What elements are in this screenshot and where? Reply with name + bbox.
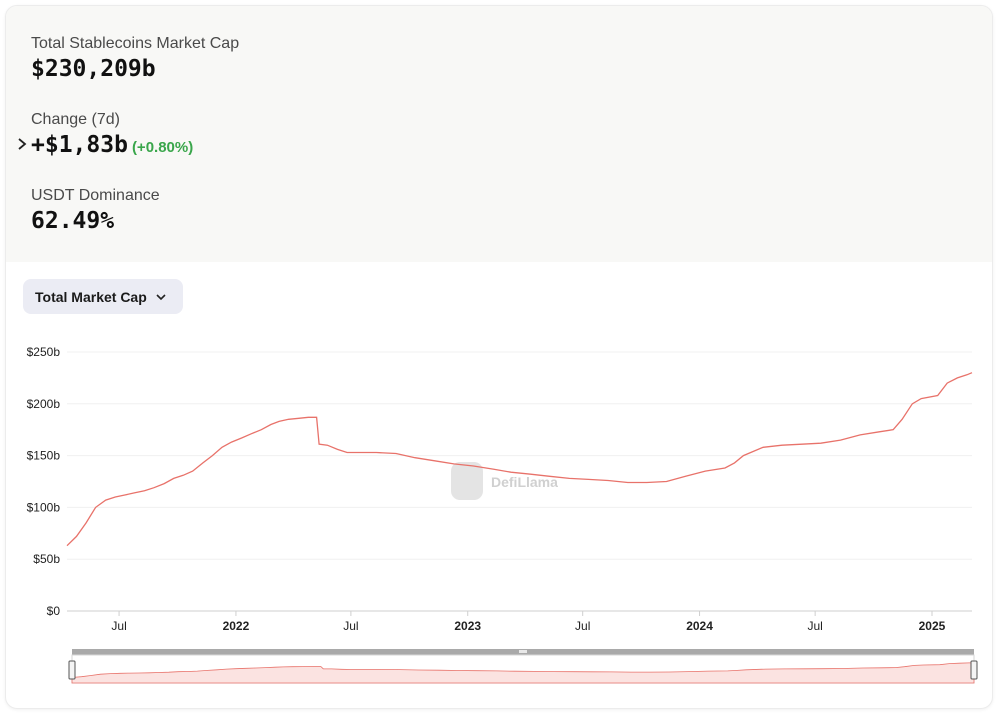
market-cap-chart: $250b $200b $150b $100b $50b $0 Jul 2022 Jul 202…: [27, 345, 978, 684]
y-axis: $250b $200b $150b $100b $50b $0: [27, 345, 61, 618]
navigator-left-handle[interactable]: [68, 660, 76, 680]
x-tick-label: 2024: [686, 619, 713, 633]
x-tick-label: 2023: [454, 619, 481, 633]
y-tick-label: $50b: [33, 552, 60, 566]
y-tick-label: $200b: [27, 397, 61, 411]
y-tick-label: $100b: [27, 500, 61, 514]
y-tick-label: $0: [47, 604, 61, 618]
x-tick-label: 2022: [223, 619, 250, 633]
llama-logo-icon: [451, 462, 483, 500]
x-tick-label: Jul: [575, 619, 590, 633]
series-line-total-market-cap: [66, 372, 973, 547]
x-tick-label: 2025: [919, 619, 946, 633]
y-tick-label: $150b: [27, 449, 61, 463]
x-tick-label: Jul: [807, 619, 822, 633]
navigator-right-handle[interactable]: [970, 660, 978, 680]
range-navigator[interactable]: [68, 649, 978, 684]
x-tick-label: Jul: [343, 619, 358, 633]
watermark: DefiLlama: [451, 462, 558, 500]
series-group: [66, 372, 973, 547]
y-tick-label: $250b: [27, 345, 61, 359]
stablecoins-card: Total Stablecoins Market Cap $230,209b C…: [5, 5, 993, 709]
scrollbar-grip-icon[interactable]: [519, 650, 527, 653]
x-axis: Jul 2022 Jul 2023 Jul 2024 Jul 2025: [111, 611, 946, 633]
x-tick-label: Jul: [111, 619, 126, 633]
